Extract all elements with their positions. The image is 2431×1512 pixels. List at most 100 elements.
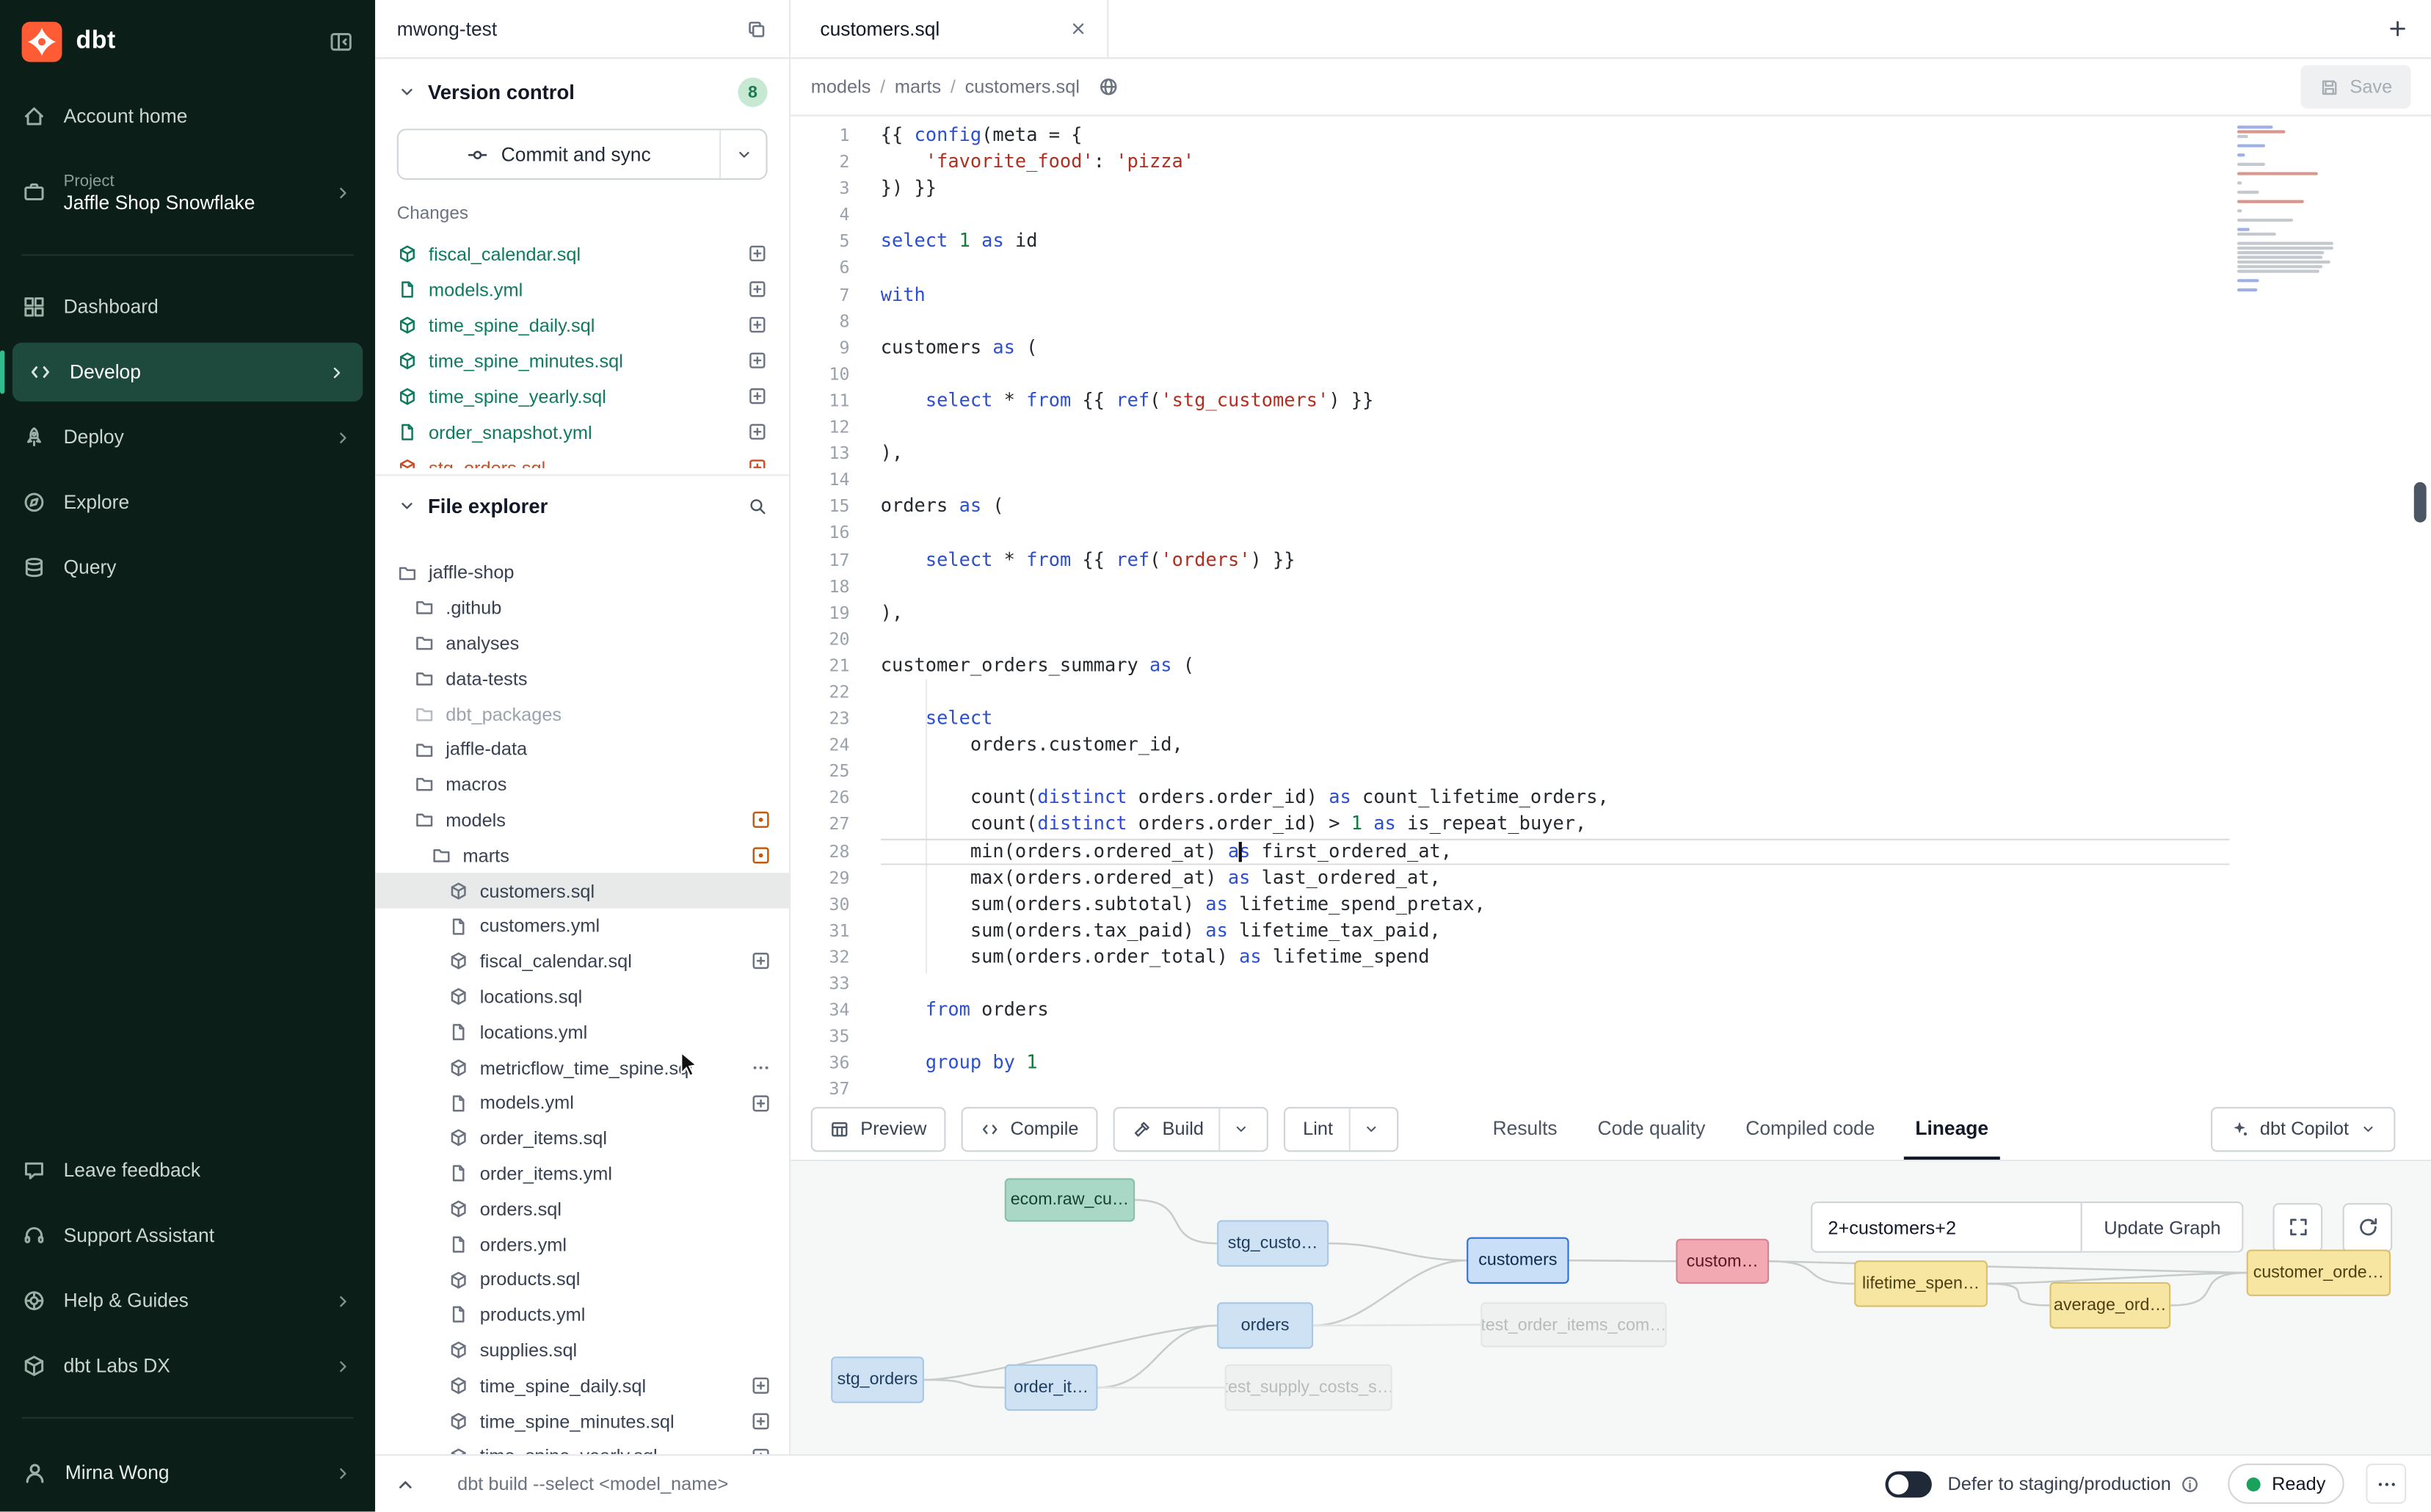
code-line[interactable]: ),: [881, 440, 2230, 467]
code-line[interactable]: select 1 as id: [881, 228, 2230, 255]
lineage-node-test-supply-costs-s[interactable]: test_supply_costs_s…: [1225, 1364, 1392, 1411]
lineage-node-test-order-items-com[interactable]: test_order_items_com…: [1480, 1302, 1666, 1347]
file-tree-item-jaffle-shop[interactable]: jaffle-shop: [375, 555, 789, 590]
save-button[interactable]: Save: [2300, 65, 2411, 109]
code-line[interactable]: customer_orders_summary as (: [881, 653, 2230, 679]
code-line[interactable]: min(orders.ordered_at) as first_ordered_…: [881, 838, 2230, 865]
file-tree-item-order-items-yml[interactable]: order_items.yml: [375, 1156, 789, 1191]
sidebar-item-help-guides[interactable]: Help & Guides: [0, 1268, 375, 1334]
dbt-copilot-button[interactable]: dbt Copilot: [2210, 1106, 2395, 1151]
defer-toggle[interactable]: [1886, 1470, 1932, 1497]
version-control-header[interactable]: Version control 8: [375, 59, 789, 113]
code-line[interactable]: max(orders.ordered_at) as last_ordered_a…: [881, 865, 2230, 891]
copy-icon[interactable]: [746, 18, 768, 40]
code-line[interactable]: customers as (: [881, 335, 2230, 361]
code-line[interactable]: }) }}: [881, 175, 2230, 202]
code-line[interactable]: 'favorite_food': 'pizza': [881, 149, 2230, 175]
code-content[interactable]: {{ config(meta = { 'favorite_food': 'piz…: [881, 123, 2230, 1098]
chevron-up-icon[interactable]: [394, 1472, 418, 1496]
breadcrumb-segment[interactable]: customers.sql: [965, 76, 1080, 98]
plus-square-icon[interactable]: [747, 279, 767, 299]
file-tree-item-jaffle-data[interactable]: jaffle-data: [375, 732, 789, 767]
code-line[interactable]: [881, 626, 2230, 653]
plus-square-icon[interactable]: [747, 350, 767, 370]
action-button-build[interactable]: Build: [1113, 1106, 1269, 1151]
code-line[interactable]: orders.customer_id,: [881, 732, 2230, 758]
code-line[interactable]: [881, 1077, 2230, 1098]
code-editor[interactable]: 1234567891011121314151617181920212223242…: [791, 116, 2431, 1097]
plus-square-icon[interactable]: [749, 1446, 771, 1454]
lineage-node-lifetime-spen[interactable]: lifetime_spen…: [1854, 1260, 1988, 1306]
panel-tab-results[interactable]: Results: [1472, 1097, 1577, 1159]
lineage-node-average-ord[interactable]: average_ord…: [2049, 1282, 2170, 1329]
tab-customers-sql[interactable]: customers.sql: [791, 0, 1108, 57]
lineage-node-order-it[interactable]: order_it…: [1005, 1364, 1098, 1411]
lineage-search-input[interactable]: [1811, 1202, 2082, 1253]
panel-tab-lineage[interactable]: Lineage: [1895, 1097, 2009, 1159]
file-tree-item-macros[interactable]: macros: [375, 767, 789, 802]
lineage-node-stg-orders[interactable]: stg_orders: [831, 1356, 924, 1403]
lineage-node-stg-custo[interactable]: stg_custo…: [1217, 1220, 1329, 1266]
changed-file-time-spine-yearly-sql[interactable]: time_spine_yearly.sql: [375, 378, 789, 414]
code-line[interactable]: {{ config(meta = {: [881, 123, 2230, 149]
file-tree-item-orders-yml[interactable]: orders.yml: [375, 1226, 789, 1262]
code-line[interactable]: [881, 308, 2230, 335]
code-line[interactable]: count(distinct orders.order_id) > 1 as i…: [881, 812, 2230, 838]
sidebar-item-account-home[interactable]: Account home: [0, 84, 375, 149]
info-icon[interactable]: [2180, 1474, 2200, 1494]
code-line[interactable]: select * from {{ ref('orders') }}: [881, 547, 2230, 573]
file-explorer-header[interactable]: File explorer: [375, 476, 789, 523]
file-tree-item-models[interactable]: models: [375, 802, 789, 837]
commit-and-sync-main[interactable]: Commit and sync: [399, 130, 719, 178]
sidebar-item-leave-feedback[interactable]: Leave feedback: [0, 1138, 375, 1203]
code-line[interactable]: [881, 361, 2230, 388]
code-line[interactable]: [881, 520, 2230, 546]
code-line[interactable]: [881, 970, 2230, 997]
dropdown-chevron[interactable]: [1348, 1108, 1379, 1149]
lineage-node-customer-orde[interactable]: customer_orde…: [2247, 1249, 2391, 1295]
sidebar-item-deploy[interactable]: Deploy: [0, 404, 375, 470]
code-line[interactable]: [881, 758, 2230, 785]
code-line[interactable]: select * from {{ ref('stg_customers') }}: [881, 388, 2230, 414]
plus-square-icon[interactable]: [747, 422, 767, 442]
commit-and-sync-button[interactable]: Commit and sync: [397, 128, 768, 180]
sidebar-item-dashboard[interactable]: Dashboard: [0, 275, 375, 340]
file-tree-item-marts[interactable]: marts: [375, 837, 789, 873]
code-line[interactable]: select: [881, 705, 2230, 732]
editor-scrollbar-thumb[interactable]: [2414, 482, 2427, 523]
panel-tab-compiled-code[interactable]: Compiled code: [1726, 1097, 1895, 1159]
plus-square-icon[interactable]: [749, 1092, 771, 1113]
collapse-sidebar-icon[interactable]: [329, 29, 354, 54]
code-line[interactable]: [881, 414, 2230, 440]
plus-square-icon[interactable]: [747, 386, 767, 406]
new-tab-button[interactable]: [2363, 0, 2431, 57]
plus-square-icon[interactable]: [749, 1411, 771, 1432]
file-tree-item-time-spine-daily-sql[interactable]: time_spine_daily.sql: [375, 1368, 789, 1403]
plus-square-icon[interactable]: [747, 315, 767, 335]
code-line[interactable]: with: [881, 282, 2230, 308]
lineage-node-ecom-raw-cu[interactable]: ecom.raw_cu…: [1005, 1178, 1135, 1221]
code-line[interactable]: sum(orders.order_total) as lifetime_spen…: [881, 944, 2230, 970]
file-tree-item-products-sql[interactable]: products.sql: [375, 1262, 789, 1297]
file-tree-item-supplies-sql[interactable]: supplies.sql: [375, 1333, 789, 1368]
sidebar-user-menu[interactable]: Mirna Wong: [0, 1437, 375, 1508]
file-tree-item-locations-yml[interactable]: locations.yml: [375, 1014, 789, 1050]
action-button-preview[interactable]: Preview: [811, 1106, 945, 1151]
changed-file-order-snapshot-yml[interactable]: order_snapshot.yml: [375, 414, 789, 450]
changed-file-fiscal-calendar-sql[interactable]: fiscal_calendar.sql: [375, 236, 789, 272]
code-line[interactable]: [881, 679, 2230, 705]
fullscreen-button[interactable]: [2273, 1202, 2323, 1252]
close-icon[interactable]: [1068, 18, 1088, 38]
update-graph-button[interactable]: Update Graph: [2082, 1202, 2244, 1253]
file-tree-item-metricflow-time-spine-sql[interactable]: metricflow_time_spine.sql: [375, 1050, 789, 1085]
code-line[interactable]: [881, 255, 2230, 281]
action-button-compile[interactable]: Compile: [961, 1106, 1097, 1151]
file-tree-item-locations-sql[interactable]: locations.sql: [375, 979, 789, 1014]
file-tree-item-dbt-packages[interactable]: dbt_packages: [375, 697, 789, 732]
breadcrumb-segment[interactable]: marts: [895, 76, 941, 98]
ide-status-badge[interactable]: Ready: [2228, 1464, 2344, 1504]
dropdown-chevron[interactable]: [1219, 1108, 1250, 1149]
file-tree-item-data-tests[interactable]: data-tests: [375, 661, 789, 697]
refresh-button[interactable]: [2343, 1202, 2393, 1252]
file-tree-item-fiscal-calendar-sql[interactable]: fiscal_calendar.sql: [375, 944, 789, 979]
